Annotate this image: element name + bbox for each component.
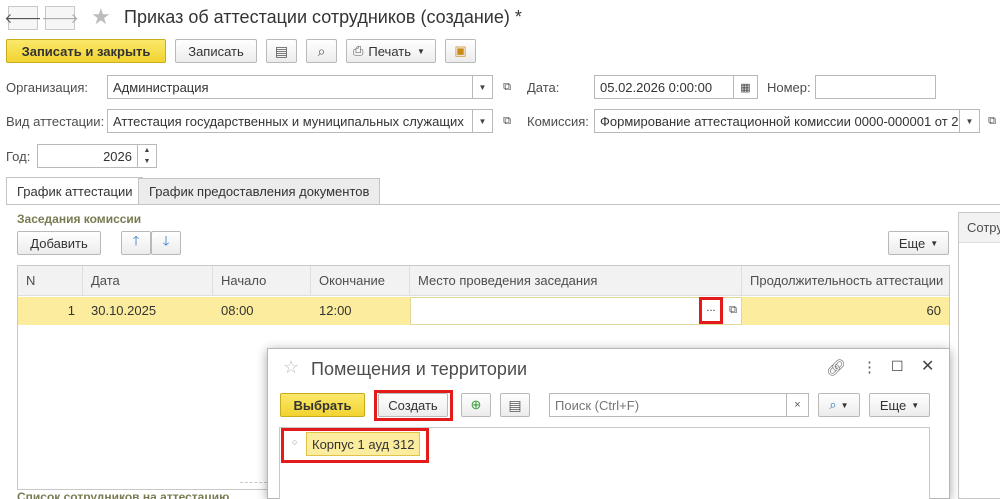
popup-more-button[interactable]: Еще ▼	[869, 393, 930, 417]
cell-n[interactable]: 1	[18, 297, 83, 325]
date-field[interactable]: 05.02.2026 0:00:00	[594, 75, 734, 99]
date-label: Дата:	[527, 80, 560, 95]
kind-dropdown-button[interactable]: ▼	[473, 109, 493, 133]
save-button[interactable]: Записать	[175, 39, 257, 63]
open-window-icon: ⧉	[729, 303, 737, 316]
commission-open-button[interactable]: ⧉	[984, 113, 1000, 129]
arrow-left-icon: 🡐	[4, 9, 42, 26]
print-button[interactable]: ⎙ Печать ▼	[346, 39, 436, 63]
commission-dropdown-button[interactable]: ▼	[960, 109, 980, 133]
popup-favorite-star-icon[interactable]: ☆	[283, 357, 299, 378]
popup-list-button[interactable]: ▤	[500, 393, 530, 417]
popup-search-input[interactable]	[549, 393, 787, 417]
chevron-down-icon: ▼	[478, 82, 487, 92]
arrow-down-icon: 🡓	[162, 233, 170, 248]
employees-group-title: Список сотрудников на аттестацию	[17, 490, 230, 499]
column-header-n[interactable]: N	[18, 266, 83, 296]
year-field[interactable]: 2026	[37, 144, 138, 168]
add-session-button[interactable]: Добавить	[17, 231, 101, 255]
cell-place-editor[interactable]	[410, 297, 742, 325]
tabs-divider	[6, 204, 1000, 205]
forward-button[interactable]: 🡒	[41, 6, 79, 30]
list-icon: ▤	[274, 42, 289, 59]
year-label: Год:	[6, 149, 31, 164]
maximize-icon[interactable]: ☐	[891, 358, 904, 375]
printer-icon: ⎙	[353, 43, 364, 58]
list-icon: ▤	[508, 396, 522, 413]
more-vertical-icon[interactable]: ⋮	[862, 358, 877, 376]
more-label: Еще	[898, 235, 926, 251]
add-document-icon: ⊕	[470, 397, 482, 412]
annotation-highlight-item	[281, 428, 429, 463]
column-header-start[interactable]: Начало	[213, 266, 311, 296]
link-icon[interactable]: 🔗︎	[826, 358, 846, 378]
column-header-date[interactable]: Дата	[83, 266, 213, 296]
number-field[interactable]	[815, 75, 936, 99]
kind-field[interactable]: Аттестация государственных и муниципальн…	[107, 109, 473, 133]
report-button[interactable]: ▣	[445, 39, 476, 63]
popup-add-button[interactable]: ⊕	[461, 393, 491, 417]
close-icon[interactable]: ✕	[921, 356, 934, 376]
cell-duration[interactable]: 60	[742, 297, 949, 325]
popup-search-button[interactable]: ⌕ ▼	[818, 393, 860, 417]
column-header-end[interactable]: Окончание	[311, 266, 410, 296]
annotation-highlight-create	[374, 390, 453, 421]
move-up-button[interactable]: 🡑	[121, 231, 151, 255]
window-title: Приказ об аттестации сотрудников (создан…	[124, 7, 522, 27]
document-icon: ▣	[454, 43, 467, 58]
kind-label: Вид аттестации:	[6, 114, 105, 129]
print-label: Печать	[368, 43, 411, 59]
search-icon: ⌕	[829, 397, 837, 412]
annotation-highlight-select	[699, 297, 723, 324]
column-header-duration[interactable]: Продолжительность аттестации	[742, 266, 949, 296]
right-panel-header: Сотру	[959, 213, 1000, 243]
popup-more-label: Еще	[879, 397, 907, 413]
right-panel	[958, 212, 1000, 499]
cell-date[interactable]: 30.10.2025	[83, 297, 213, 325]
attach-button[interactable]: ⌕	[306, 39, 337, 63]
kind-open-button[interactable]: ⧉	[499, 113, 515, 129]
list-button[interactable]: ▤	[266, 39, 297, 63]
chevron-down-icon: ▼	[930, 238, 939, 248]
caret-down-icon[interactable]: ▼	[138, 156, 156, 167]
open-window-icon: ⧉	[503, 114, 511, 127]
place-open-button[interactable]: ⧉	[725, 302, 741, 318]
clear-search-icon[interactable]: ×	[787, 393, 809, 417]
open-window-icon: ⧉	[503, 80, 511, 93]
arrow-right-icon: 🡒	[41, 9, 79, 26]
move-down-button[interactable]: 🡓	[151, 231, 181, 255]
paperclip-icon: ⌕	[317, 42, 326, 59]
open-window-icon: ⧉	[988, 114, 996, 127]
year-stepper[interactable]: ▲ ▼	[138, 144, 157, 168]
chevron-down-icon: ▼	[478, 116, 487, 126]
commission-label: Комиссия:	[527, 114, 589, 129]
arrow-up-icon: 🡑	[132, 233, 140, 248]
org-dropdown-button[interactable]: ▼	[473, 75, 493, 99]
back-button[interactable]: 🡐	[4, 6, 42, 30]
tab-attestation-schedule[interactable]: График аттестации	[6, 177, 144, 205]
favorite-star-icon[interactable]: ★	[91, 4, 111, 30]
chevron-down-icon: ▼	[911, 400, 920, 410]
number-label: Номер:	[767, 80, 811, 95]
divider-line	[240, 482, 267, 499]
chevron-down-icon: ▼	[417, 46, 425, 56]
save-and-close-button[interactable]: Записать и закрыть	[6, 39, 166, 63]
sessions-more-button[interactable]: Еще ▼	[888, 231, 949, 255]
sessions-group-title: Заседания комиссии	[17, 212, 142, 226]
column-header-place[interactable]: Место проведения заседания	[410, 266, 742, 296]
popup-title: Помещения и территории	[311, 359, 528, 379]
chevron-down-icon: ▼	[965, 116, 974, 126]
tab-documents-schedule[interactable]: График предоставления документов	[138, 178, 381, 204]
org-open-button[interactable]: ⧉	[499, 79, 515, 95]
caret-up-icon[interactable]: ▲	[138, 145, 156, 156]
org-field[interactable]: Администрация	[107, 75, 473, 99]
calendar-button[interactable]: ▦	[734, 75, 758, 99]
org-label: Организация:	[6, 80, 89, 95]
chevron-down-icon: ▼	[840, 400, 849, 410]
calendar-icon: ▦	[740, 81, 751, 94]
popup-select-button[interactable]: Выбрать	[280, 393, 365, 417]
cell-end[interactable]: 12:00	[311, 297, 410, 325]
commission-field[interactable]: Формирование аттестационной комиссии 000…	[594, 109, 960, 133]
cell-start[interactable]: 08:00	[213, 297, 311, 325]
